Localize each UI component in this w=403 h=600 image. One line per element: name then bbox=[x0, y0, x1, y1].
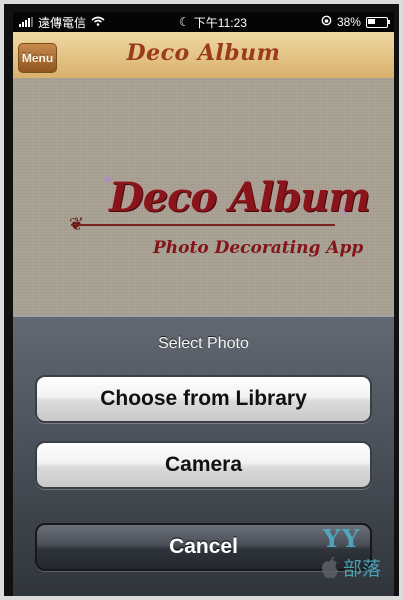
signal-bars-icon bbox=[19, 17, 33, 27]
wifi-icon bbox=[91, 15, 105, 29]
device-frame: 遠傳電信 ☾ 下午11:23 38% Menu Deco Album ✦ ✦ D… bbox=[0, 0, 403, 600]
apple-icon bbox=[319, 556, 341, 580]
watermark-text: 部落 bbox=[343, 559, 382, 580]
status-time: ☾ 下午11:23 bbox=[179, 14, 247, 31]
battery-percent: 38% bbox=[336, 15, 361, 29]
status-bar: 遠傳電信 ☾ 下午11:23 38% bbox=[13, 12, 394, 32]
navigation-bar: Menu Deco Album bbox=[13, 32, 394, 79]
nav-title: Deco Album bbox=[126, 40, 281, 66]
moon-icon: ☾ bbox=[179, 15, 190, 29]
carrier-name: 遠傳電信 bbox=[38, 15, 87, 30]
watermark: YY 部落 bbox=[313, 524, 393, 590]
screen: 遠傳電信 ☾ 下午11:23 38% Menu Deco Album ✦ ✦ D… bbox=[13, 12, 394, 596]
camera-button[interactable]: Camera bbox=[35, 441, 372, 489]
choose-from-library-button[interactable]: Choose from Library bbox=[35, 375, 372, 423]
clock: 下午11:23 bbox=[193, 15, 247, 30]
lock-rotation-icon bbox=[321, 15, 332, 29]
action-sheet-title: Select Photo bbox=[158, 335, 249, 352]
battery-icon bbox=[365, 16, 390, 28]
watermark-logo: YY bbox=[323, 524, 362, 553]
